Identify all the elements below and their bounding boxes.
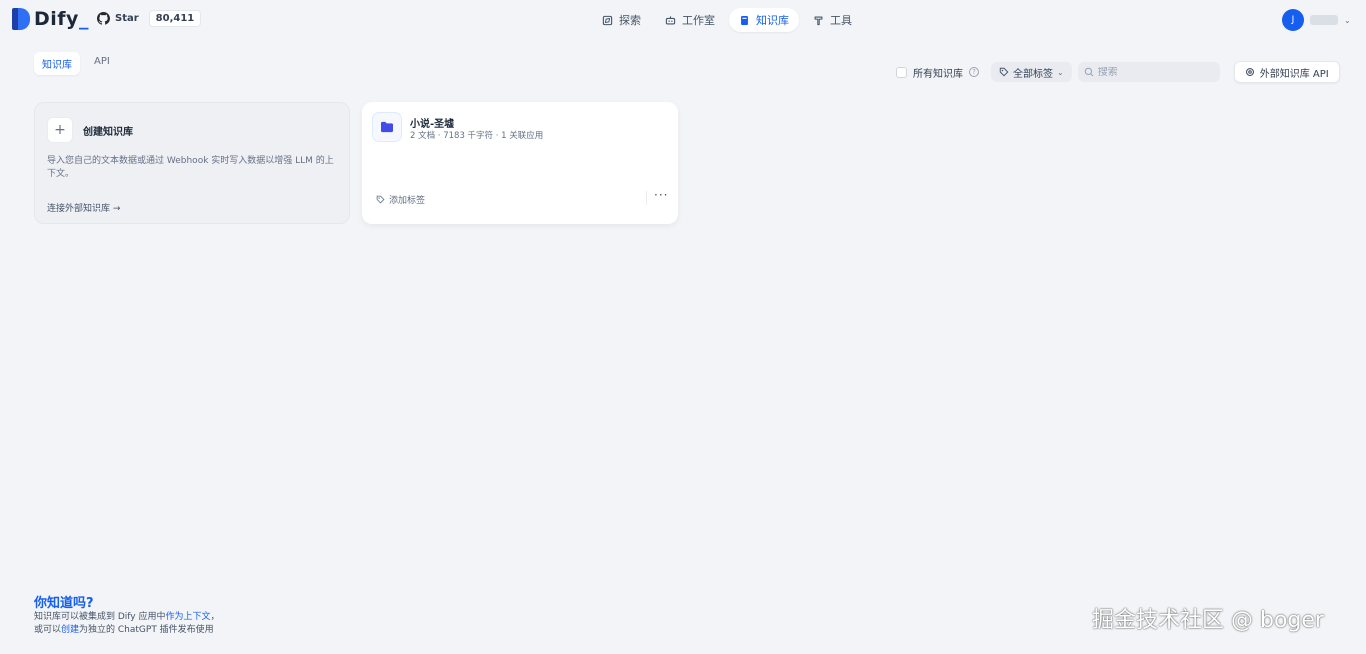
github-star-label: Star [115, 13, 139, 24]
create-knowledge-card[interactable]: + 创建知识库 导入您自己的文本数据或通过 Webhook 实时写入数据以增强 … [34, 102, 350, 224]
nav-studio-label: 工作室 [682, 14, 715, 27]
knowledge-card[interactable]: 小说-圣墟 2 文档 · 7183 千字符 · 1 关联应用 添加标签 ··· [362, 102, 678, 224]
tip-line-1: 知识库可以被集成到 Dify 应用中作为上下文， [34, 612, 220, 622]
page: Dify_ Star 80,411 探索 工作室 知识库 工具 J ⌄ 知识库 … [0, 0, 1366, 654]
subtabs: 知识库 API [34, 52, 118, 75]
tip-create-link[interactable]: 创建 [61, 625, 79, 635]
external-api-label: 外部知识库 API [1259, 68, 1329, 80]
tab-knowledge[interactable]: 知识库 [34, 52, 80, 75]
github-star-count: 80,411 [148, 10, 202, 27]
tip-line-2: 或可以创建为独立的 ChatGPT 插件发布使用 [34, 625, 214, 635]
github-icon [97, 12, 110, 25]
tip-title: 你知道吗? [34, 596, 94, 611]
api-icon [1245, 68, 1254, 76]
github-star-button[interactable]: Star 80,411 [97, 10, 202, 27]
nav-tools[interactable]: 工具 [803, 8, 862, 32]
did-you-know: 你知道吗? 知识库可以被集成到 Dify 应用中作为上下文， 或可以创建为独立的… [34, 592, 220, 637]
robot-icon [665, 15, 676, 24]
nav-explore-label: 探索 [619, 14, 641, 27]
filter-bar: 所有知识库 ? 全部标签 ⌄ 外部知识库 API [896, 61, 1340, 83]
nav-knowledge[interactable]: 知识库 [729, 8, 799, 32]
logo-mark-icon [12, 8, 30, 30]
tag-filter-label: 全部标签 [1013, 68, 1053, 80]
search-box[interactable] [1077, 62, 1220, 82]
tag-icon [999, 67, 1009, 77]
nav-studio[interactable]: 工作室 [655, 8, 725, 32]
tag-filter-dropdown[interactable]: 全部标签 ⌄ [991, 62, 1072, 82]
all-knowledge-label: 所有知识库 [913, 68, 963, 80]
more-options-icon[interactable]: ··· [654, 188, 668, 202]
avatar: J [1282, 9, 1304, 31]
folder-icon [372, 112, 402, 142]
chevron-down-icon: ⌄ [1057, 67, 1064, 77]
create-knowledge-header[interactable]: + 创建知识库 [47, 117, 337, 143]
add-tag-button[interactable]: 添加标签 [376, 193, 425, 206]
plus-icon: + [47, 117, 73, 143]
compass-icon [602, 15, 613, 25]
tab-api[interactable]: API [86, 52, 118, 75]
tip-context-link[interactable]: 作为上下文 [166, 612, 211, 622]
external-api-button[interactable]: 外部知识库 API [1233, 61, 1340, 83]
knowledge-meta: 2 文档 · 7183 千字符 · 1 关联应用 [410, 131, 544, 141]
add-tag-label: 添加标签 [389, 196, 426, 206]
search-input[interactable] [1097, 66, 1208, 78]
create-knowledge-description: 导入您自己的文本数据或通过 Webhook 实时写入数据以增强 LLM 的上下文… [47, 156, 334, 179]
user-name-redacted [1310, 15, 1338, 25]
create-knowledge-title: 创建知识库 [83, 126, 133, 138]
hammer-icon [814, 16, 823, 25]
knowledge-name: 小说-圣墟 [410, 119, 455, 130]
user-menu[interactable]: J ⌄ [1282, 9, 1351, 31]
nav-knowledge-label: 知识库 [756, 14, 789, 27]
logo-text: Dify_ [34, 8, 89, 30]
tag-icon [376, 195, 385, 204]
all-knowledge-checkbox[interactable] [896, 66, 907, 78]
search-icon [1084, 67, 1094, 77]
main-nav: 探索 工作室 知识库 工具 [592, 8, 862, 32]
top-header: Dify_ Star 80,411 探索 工作室 知识库 工具 J ⌄ [0, 0, 1366, 40]
dify-logo[interactable]: Dify_ [12, 8, 89, 30]
watermark: 掘金技术社区 @ boger [1092, 608, 1324, 633]
all-knowledge-toggle[interactable]: 所有知识库 ? [896, 65, 979, 80]
divider [646, 191, 647, 205]
book-icon [741, 15, 748, 25]
nav-tools-label: 工具 [830, 14, 852, 27]
help-icon[interactable]: ? [969, 67, 979, 77]
connect-external-link[interactable]: 连接外部知识库 → [47, 201, 120, 214]
chevron-down-icon: ⌄ [1344, 15, 1351, 25]
nav-explore[interactable]: 探索 [592, 8, 651, 32]
